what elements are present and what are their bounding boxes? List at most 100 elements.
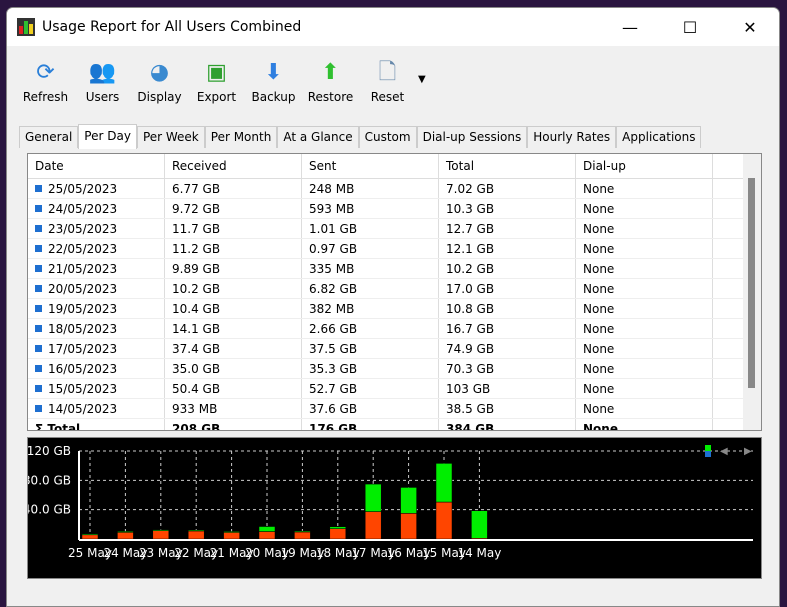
- table-row[interactable]: 19/05/2023 10.4 GB 382 MB 10.8 GB None: [28, 299, 761, 319]
- close-button[interactable]: ✕: [727, 8, 773, 46]
- bar-sent: [364, 483, 382, 512]
- cell-received: 35.0 GB: [165, 359, 302, 378]
- table-row[interactable]: 16/05/2023 35.0 GB 35.3 GB 70.3 GB None: [28, 359, 761, 379]
- table-row[interactable]: 14/05/2023 933 MB 37.6 GB 38.5 GB None: [28, 399, 761, 419]
- table-row[interactable]: 21/05/2023 9.89 GB 335 MB 10.2 GB None: [28, 259, 761, 279]
- row-icon: [35, 305, 42, 312]
- cell-received: 10.4 GB: [165, 299, 302, 318]
- cell-date: 25/05/2023: [28, 179, 165, 198]
- column-header-sent[interactable]: Sent: [302, 154, 439, 178]
- cell-received: 50.4 GB: [165, 379, 302, 398]
- tab-at-a-glance[interactable]: At a Glance: [277, 126, 359, 148]
- row-icon: [35, 405, 42, 412]
- table-row[interactable]: 17/05/2023 37.4 GB 37.5 GB 74.9 GB None: [28, 339, 761, 359]
- cell-date: 21/05/2023: [28, 259, 165, 278]
- table-row[interactable]: 24/05/2023 9.72 GB 593 MB 10.3 GB None: [28, 199, 761, 219]
- cell-dial-up: None: [576, 239, 713, 258]
- scroll-right-icon: ▶: [744, 446, 752, 457]
- cell-date: 18/05/2023: [28, 319, 165, 338]
- bar-received: [258, 531, 276, 540]
- bar-sent: [400, 487, 417, 514]
- tab-per-day[interactable]: Per Day: [78, 124, 137, 149]
- row-icon: [35, 185, 42, 192]
- cell-total: 10.2 GB: [439, 259, 576, 278]
- cell-sent: 335 MB: [302, 259, 439, 278]
- restore-button[interactable]: ⬆ Restore: [302, 60, 359, 132]
- per-day-table: Date Received Sent Total Dial-up 25/05/2023 6…: [27, 153, 762, 431]
- backup-button[interactable]: ⬇ Backup: [245, 60, 302, 132]
- bar-received: [400, 513, 417, 540]
- cell-sent: 37.5 GB: [302, 339, 439, 358]
- toolbar: ⟳ Refresh 👥 Users ◕ Display ▣ Export ⬇ Backup ⬆ Res…: [7, 46, 779, 132]
- cell-sent: 593 MB: [302, 199, 439, 218]
- column-header-date[interactable]: Date: [28, 154, 165, 178]
- export-button[interactable]: ▣ Export: [188, 60, 245, 132]
- tab-dial-up-sessions[interactable]: Dial-up Sessions: [416, 126, 528, 148]
- tab-hourly-rates[interactable]: Hourly Rates: [527, 126, 617, 148]
- refresh-button[interactable]: ⟳ Refresh: [17, 60, 74, 132]
- cell-dial-up: None: [576, 339, 713, 358]
- tab-applications[interactable]: Applications: [616, 126, 702, 148]
- cell-received: 37.4 GB: [165, 339, 302, 358]
- arrow-up-icon: ⬆: [321, 60, 340, 85]
- y-tick-label: 40.0 GB: [28, 503, 71, 517]
- total-row[interactable]: Σ Total 208 GB 176 GB 384 GB None: [28, 419, 761, 430]
- cell-total: 10.3 GB: [439, 199, 576, 218]
- bar-sent: [152, 529, 170, 531]
- row-icon: [35, 365, 42, 372]
- display-button[interactable]: ◕ Display: [131, 60, 188, 132]
- cell-dial-up: None: [576, 219, 713, 238]
- bar-sent: [471, 510, 488, 539]
- app-icon: [17, 18, 35, 36]
- table-row[interactable]: 15/05/2023 50.4 GB 52.7 GB 103 GB None: [28, 379, 761, 399]
- column-header-total[interactable]: Total: [439, 154, 576, 178]
- cell-total: 12.7 GB: [439, 219, 576, 238]
- cell-received: 9.72 GB: [165, 199, 302, 218]
- arrow-down-icon: ⬇: [264, 60, 283, 85]
- tab-custom[interactable]: Custom: [358, 126, 417, 148]
- cell-received: 11.7 GB: [165, 219, 302, 238]
- cell-total: 384 GB: [439, 419, 576, 430]
- table-header: Date Received Sent Total Dial-up: [28, 154, 761, 179]
- table-row[interactable]: 20/05/2023 10.2 GB 6.82 GB 17.0 GB None: [28, 279, 761, 299]
- column-header-dial-up[interactable]: Dial-up: [576, 154, 713, 178]
- title-bar: Usage Report for All Users Combined — ☐ …: [7, 8, 779, 46]
- cell-dial-up: None: [576, 199, 713, 218]
- tab-per-month[interactable]: Per Month: [204, 126, 278, 148]
- cell-total: 10.8 GB: [439, 299, 576, 318]
- cell-sent: 176 GB: [302, 419, 439, 430]
- maximize-button[interactable]: ☐: [667, 8, 713, 46]
- cell-total: 70.3 GB: [439, 359, 576, 378]
- bar-sent: [187, 529, 205, 532]
- table-row[interactable]: 18/05/2023 14.1 GB 2.66 GB 16.7 GB None: [28, 319, 761, 339]
- cell-dial-up: None: [576, 179, 713, 198]
- scroll-left-icon: ◀: [720, 446, 728, 457]
- bar-received: [152, 530, 170, 540]
- cell-dial-up: None: [576, 319, 713, 338]
- cell-received: 933 MB: [165, 399, 302, 418]
- column-header-received[interactable]: Received: [165, 154, 302, 178]
- cell-received: 10.2 GB: [165, 279, 302, 298]
- bar-sent: [258, 526, 276, 532]
- cell-received: 11.2 GB: [165, 239, 302, 258]
- scrollbar-thumb[interactable]: [748, 178, 755, 388]
- cell-date: 14/05/2023: [28, 399, 165, 418]
- table-row[interactable]: 23/05/2023 11.7 GB 1.01 GB 12.7 GB None: [28, 219, 761, 239]
- cell-sent: 6.82 GB: [302, 279, 439, 298]
- users-button[interactable]: 👥 Users: [74, 60, 131, 132]
- minimize-button[interactable]: —: [607, 8, 653, 46]
- cell-total: 7.02 GB: [439, 179, 576, 198]
- table-row[interactable]: 22/05/2023 11.2 GB 0.97 GB 12.1 GB None: [28, 239, 761, 259]
- cell-date: 16/05/2023: [28, 359, 165, 378]
- cell-dial-up: None: [576, 399, 713, 418]
- reset-button[interactable]: 🗋 Reset: [359, 60, 416, 132]
- tab-general[interactable]: General: [19, 126, 79, 148]
- bar-received: [117, 531, 134, 540]
- tab-per-week[interactable]: Per Week: [136, 126, 205, 148]
- bar-sent: [294, 530, 311, 533]
- bar-sent: [81, 533, 99, 536]
- cell-total: 103 GB: [439, 379, 576, 398]
- vertical-scrollbar[interactable]: [743, 154, 761, 430]
- window-title: Usage Report for All Users Combined: [42, 19, 302, 35]
- table-row[interactable]: 25/05/2023 6.77 GB 248 MB 7.02 GB None: [28, 179, 761, 199]
